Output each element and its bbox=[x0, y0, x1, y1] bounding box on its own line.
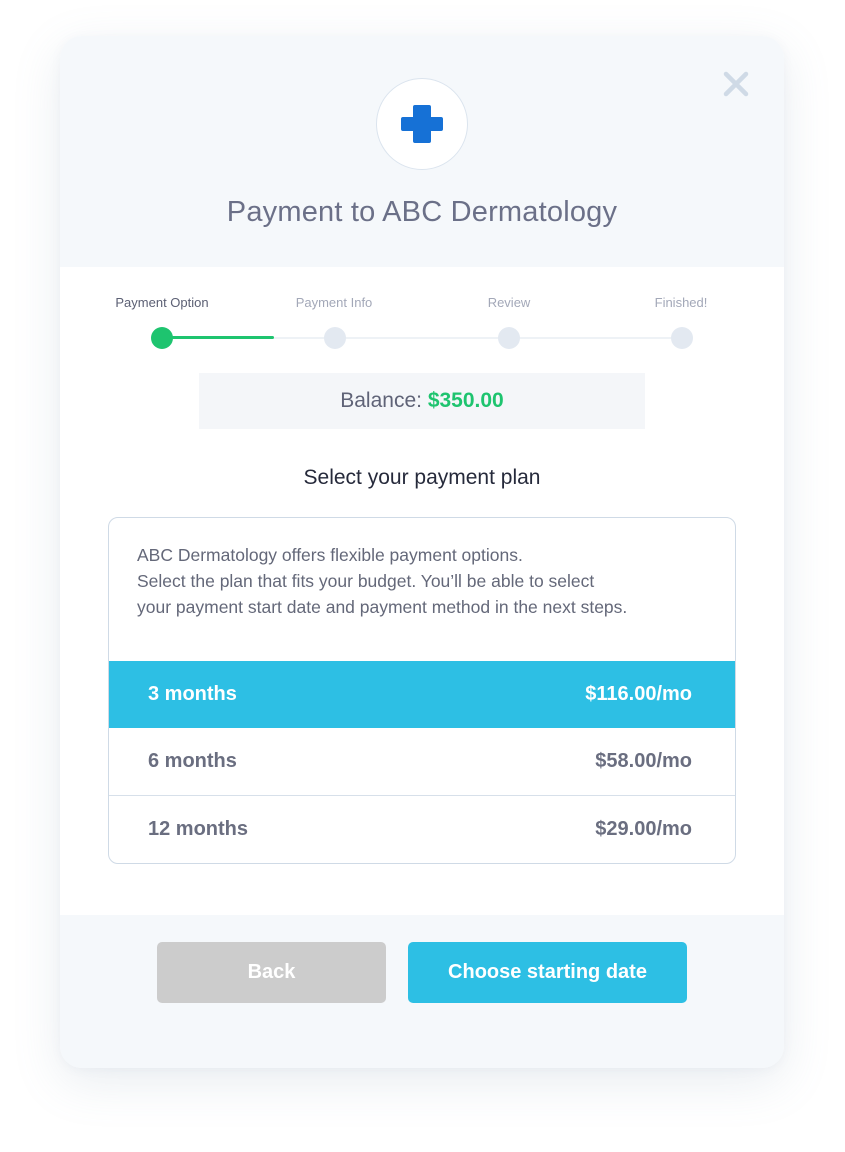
balance-label: Balance: bbox=[340, 389, 422, 412]
step-label-review: Review bbox=[487, 295, 531, 310]
plan-term: 12 months bbox=[148, 817, 249, 840]
payment-plan-card: ABC Dermatology offers flexible payment … bbox=[108, 517, 736, 864]
plan-description: ABC Dermatology offers flexible payment … bbox=[137, 542, 717, 620]
clinic-logo bbox=[376, 78, 468, 170]
plan-term: 3 months bbox=[148, 683, 237, 705]
plan-price: $29.00/mo bbox=[595, 817, 692, 840]
close-button[interactable] bbox=[718, 66, 754, 102]
plan-description-line: ABC Dermatology offers flexible payment … bbox=[137, 545, 523, 565]
plan-term: 6 months bbox=[148, 750, 237, 772]
modal-header: Payment to ABC Dermatology bbox=[60, 36, 784, 267]
step-label-payment-info: Payment Info bbox=[295, 295, 373, 310]
step-dot-review bbox=[498, 327, 520, 349]
plan-price: $116.00/mo bbox=[585, 683, 692, 705]
plan-option-6-months[interactable]: 6 months $58.00/mo bbox=[109, 728, 735, 795]
back-button[interactable]: Back bbox=[157, 942, 386, 1003]
modal-title: Payment to ABC Dermatology bbox=[226, 196, 618, 228]
plan-option-12-months[interactable]: 12 months $29.00/mo bbox=[109, 795, 735, 862]
balance-amount: $350.00 bbox=[427, 389, 504, 412]
choose-starting-date-button[interactable]: Choose starting date bbox=[408, 942, 687, 1003]
plan-price: $58.00/mo bbox=[595, 750, 692, 772]
step-label-payment-option: Payment Option bbox=[115, 295, 209, 310]
close-icon[interactable] bbox=[723, 71, 749, 97]
step-dot-payment-option bbox=[151, 327, 173, 349]
plan-description-line: your payment start date and payment meth… bbox=[137, 597, 628, 617]
plan-option-3-months[interactable]: 3 months $116.00/mo bbox=[109, 661, 735, 728]
step-label-finished: Finished! bbox=[654, 295, 708, 310]
balance-summary: Balance: $350.00 bbox=[199, 373, 645, 429]
step-dot-finished bbox=[671, 327, 693, 349]
progress-stepper: Payment Option Payment Info Review Finis… bbox=[60, 293, 784, 353]
modal-footer: Back Choose starting date bbox=[60, 915, 784, 1068]
plan-heading: Select your payment plan bbox=[303, 466, 541, 489]
stepper-progress-line bbox=[162, 336, 274, 339]
plan-description-line: Select the plan that fits your budget. Y… bbox=[137, 571, 595, 591]
step-dot-payment-info bbox=[324, 327, 346, 349]
medical-cross-icon bbox=[401, 105, 443, 143]
payment-modal: Payment to ABC Dermatology Payment Optio… bbox=[60, 36, 784, 1068]
